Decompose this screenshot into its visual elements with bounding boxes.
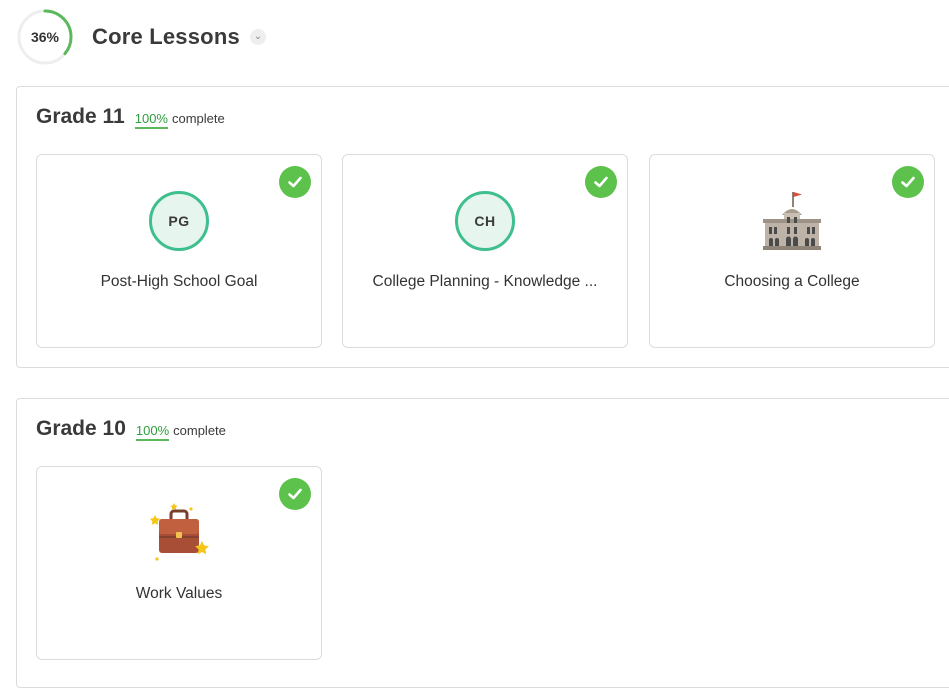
section-header: Grade 10 100% complete	[36, 417, 226, 441]
briefcase-stars-icon	[149, 503, 209, 561]
section-title: Grade 10	[36, 417, 126, 440]
completion-percent: 100%	[135, 423, 170, 441]
lesson-title: Post-High School Goal	[100, 273, 258, 290]
completion-label: complete	[171, 111, 225, 126]
section-completion: 100% complete	[135, 423, 226, 441]
chevron-down-icon[interactable]: ⌄	[249, 29, 266, 45]
page-title: Core Lessons	[92, 24, 240, 49]
grade-11-section: Grade 11 100% complete PG Post-High Schoo…	[16, 86, 949, 368]
section-completion: 100% complete	[134, 111, 225, 129]
check-icon	[279, 166, 311, 198]
completion-label: complete	[173, 423, 226, 438]
completion-percent: 100%	[134, 111, 168, 129]
lesson-card-college-planning[interactable]: CH College Planning - Knowledge ...	[342, 154, 628, 348]
check-icon	[892, 166, 924, 198]
page-header: 36% Core Lessons ⌄	[16, 8, 266, 66]
lesson-title: Choosing a College	[724, 273, 860, 290]
check-icon	[585, 166, 617, 198]
section-title: Grade 11	[36, 105, 125, 128]
college-building-icon	[763, 192, 821, 250]
progress-percent: 36%	[30, 29, 60, 45]
overall-progress-ring: 36%	[16, 8, 74, 66]
lesson-badge: PG	[149, 191, 209, 251]
grade-10-section: Grade 10 100% complete Work Values	[16, 398, 949, 688]
lesson-card-work-values[interactable]: Work Values	[36, 466, 322, 660]
section-header: Grade 11 100% complete	[36, 105, 225, 129]
lesson-badge: CH	[455, 191, 515, 251]
lesson-title: College Planning - Knowledge ...	[372, 273, 598, 290]
check-icon	[279, 478, 311, 510]
lesson-title: Work Values	[135, 585, 223, 602]
lesson-card-choosing-a-college[interactable]: Choosing a College	[649, 154, 935, 348]
lesson-card-post-high-school-goal[interactable]: PG Post-High School Goal	[36, 154, 322, 348]
